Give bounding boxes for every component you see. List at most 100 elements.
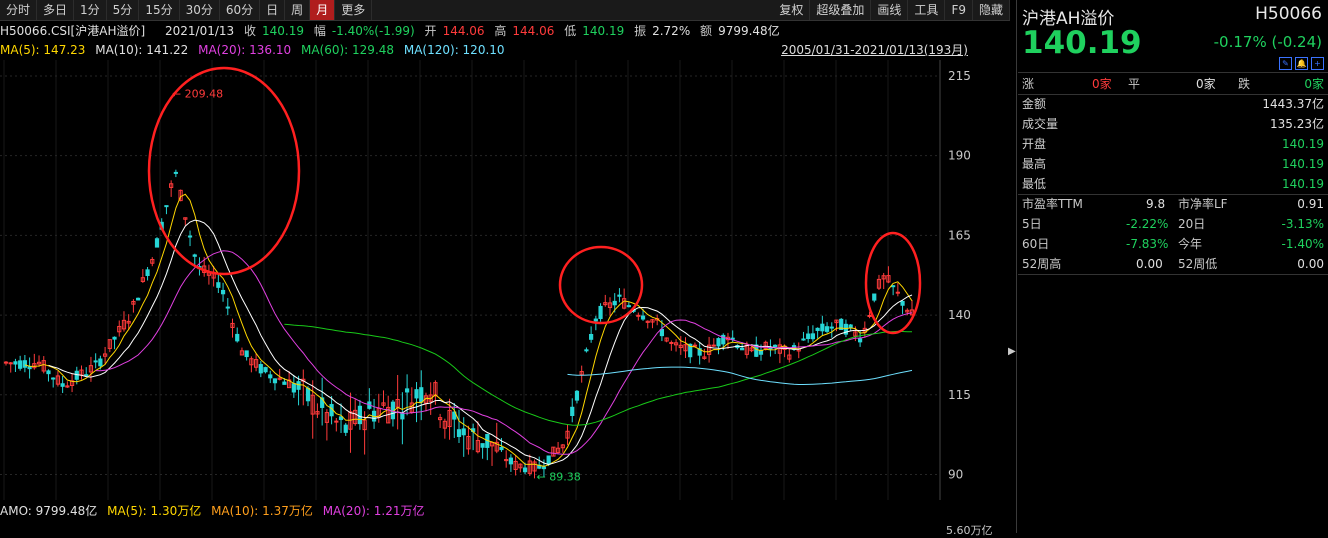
candle-body (659, 328, 665, 337)
candle-body (272, 378, 278, 384)
candle-body (546, 455, 551, 465)
candle-body (612, 300, 617, 306)
alert-bell-icon[interactable]: 🔔 (1295, 57, 1308, 70)
toolbar-tool-button[interactable]: 隐藏 (973, 0, 1010, 20)
period-tab[interactable]: 60分 (220, 0, 261, 20)
stat-row-amount: 金额 1443.37亿 (1022, 94, 1324, 114)
candle-body (244, 350, 249, 358)
candle-body (46, 370, 51, 375)
separator (1018, 274, 1328, 275)
amo-ma5-legend: MA(5): 1.30万亿 (107, 504, 202, 518)
stat-label: 金额 (1022, 97, 1047, 111)
toolbar-tool-button[interactable]: 超级叠加 (810, 0, 872, 20)
candle-body (598, 305, 603, 320)
ma60-legend: MA(60): 129.48 (300, 43, 395, 57)
period-tab[interactable]: 1分 (74, 0, 107, 20)
stat-label: 开盘 (1022, 137, 1047, 151)
candle-body (669, 341, 674, 344)
stat-value: 140.19 (1282, 177, 1324, 191)
candlestick-chart[interactable]: 21519016514011590← 209.48← 89.38 (0, 60, 1006, 500)
candle-body (461, 428, 466, 436)
period-tab[interactable]: 30分 (180, 0, 220, 20)
period-tab[interactable]: 分时 (0, 0, 38, 20)
toolbar-tool-button[interactable]: F9 (945, 0, 973, 20)
amo-legend: AMO: 9799.48亿 (0, 504, 98, 518)
pb-value: 0.91 (1297, 197, 1324, 211)
valuation-row: 市盈率TTM 9.8 市净率LF 0.91 (1022, 194, 1324, 214)
amo-ma20-legend: MA(20): 1.21万亿 (322, 504, 425, 518)
candle-body (173, 171, 178, 174)
candle-body (136, 297, 141, 301)
down-count: 0家 (1304, 77, 1324, 91)
candle-body (872, 293, 877, 301)
date-range-link[interactable]: 2005/01/31-2021/01/13(193月) (781, 41, 968, 59)
swing-value: 2.72% (652, 24, 691, 38)
candle-body (263, 367, 268, 373)
toolbar-tool-button[interactable]: 画线 (871, 0, 909, 20)
candle-body (357, 405, 363, 425)
candle-body (617, 294, 622, 297)
toolbar-tool-button[interactable]: 工具 (908, 0, 946, 20)
candle-body (867, 314, 872, 317)
candle-body (593, 318, 598, 322)
candle-body (508, 457, 514, 465)
candle-body (541, 466, 547, 470)
stat-value: 140.19 (1282, 157, 1324, 171)
separator (1018, 72, 1328, 73)
w52h-value: 0.00 (1136, 257, 1163, 271)
y-tick-label: 165 (948, 228, 971, 242)
candle-body (848, 324, 853, 328)
perf-row-3: 52周高 0.00 52周低 0.00 (1022, 254, 1324, 274)
period-tab[interactable]: 多日 (37, 0, 75, 20)
period-tab[interactable]: 15分 (139, 0, 180, 20)
candle-body (640, 315, 646, 320)
candle-body (895, 291, 900, 294)
ma10-line (48, 219, 913, 466)
quote-info-bar: H50066.CSI[沪港AH溢价] 2021/01/13 收 140.19 幅-… (0, 21, 1010, 41)
candle-body (589, 333, 594, 340)
candle-body (820, 323, 825, 332)
panel-divider (1016, 0, 1017, 533)
amount-indicator-bar: AMO: 9799.48亿 MA(5): 1.30万亿 MA(10): 1.37… (0, 502, 1010, 520)
amo-ma10-legend: MA(10): 1.37万亿 (211, 504, 313, 518)
candle-body (220, 289, 226, 295)
candle-body (810, 333, 816, 340)
ma-legend-bar: MA(5): 147.23 MA(10): 141.22 MA(20): 136… (0, 41, 1010, 59)
period-tab[interactable]: 周 (285, 0, 311, 20)
period-tab[interactable]: 月 (310, 0, 336, 20)
candle-body (8, 362, 13, 365)
perf-row-2: 60日 -7.83% 今年 -1.40% (1022, 234, 1324, 254)
collapse-panel-icon[interactable]: ▶ (1008, 346, 1016, 357)
candle-body (815, 327, 820, 331)
candle-body (584, 349, 589, 352)
period-tab[interactable]: 日 (260, 0, 286, 20)
perf-row-1: 5日 -2.22% 20日 -3.13% (1022, 214, 1324, 234)
panel-change: -0.17% (-0.24) (1213, 33, 1322, 51)
candle-body (225, 306, 230, 309)
flat-label: 平 (1128, 77, 1141, 91)
candle-body (692, 344, 698, 347)
add-icon[interactable]: + (1311, 57, 1324, 70)
amount-label: 额 (700, 24, 713, 38)
candle-body (829, 326, 834, 329)
d60-label: 60日 (1022, 237, 1050, 251)
candle-body (187, 235, 193, 238)
candle-body (570, 406, 575, 417)
ytd-label: 今年 (1178, 237, 1203, 251)
panel-last-price: 140.19 (1022, 25, 1142, 61)
y-tick-label: 190 (948, 149, 971, 163)
open-value: 144.06 (442, 24, 485, 38)
period-tab[interactable]: 5分 (107, 0, 140, 20)
stat-row-high: 最高 140.19 (1022, 154, 1324, 174)
candle-body (282, 381, 287, 385)
period-tab[interactable]: 更多 (335, 0, 373, 20)
min-price-annotation: ← 89.38 (537, 470, 581, 483)
stat-label: 最高 (1022, 157, 1047, 171)
candle-body (773, 344, 778, 348)
down-label: 跌 (1238, 77, 1251, 91)
candle-body (60, 383, 65, 387)
edit-icon[interactable]: ✎ (1279, 57, 1292, 70)
open-label: 开 (424, 24, 437, 38)
sub-axis-label: 5.60万亿 (946, 524, 993, 537)
toolbar-tool-button[interactable]: 复权 (773, 0, 811, 20)
